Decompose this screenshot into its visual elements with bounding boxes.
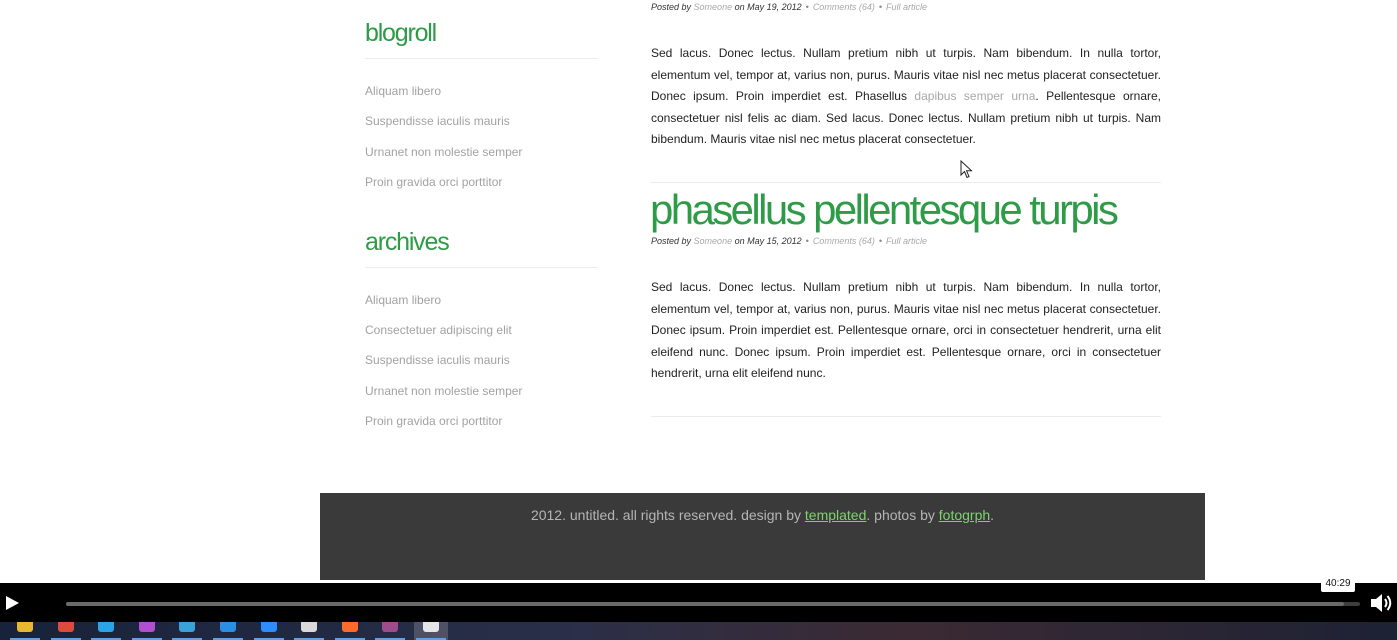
media-icon (382, 622, 399, 632)
seek-bar[interactable] (66, 602, 1360, 606)
store-icon (179, 622, 196, 632)
meta-separator: • (805, 2, 809, 12)
post-meta: Posted by Someone on May 15, 2012 • Commen… (651, 236, 927, 246)
post-body: Sed lacus. Donec lectus. Nullam pretium … (651, 43, 1161, 151)
post-divider (651, 182, 1161, 183)
post-divider (651, 416, 1161, 417)
play-button[interactable] (0, 584, 43, 622)
post-title[interactable]: phasellus pellentesque turpis (650, 186, 1119, 234)
blogroll-heading: blogroll (365, 19, 437, 47)
firefox-icon (341, 622, 358, 632)
zoom-icon (260, 622, 277, 632)
meta-separator: • (805, 236, 809, 246)
fotogrph-link[interactable]: fotogrph (939, 507, 990, 523)
taskbar-button[interactable] (333, 622, 367, 640)
chrome-icon (57, 622, 74, 632)
meta-separator: • (878, 2, 882, 12)
archives-link[interactable]: Aliquam libero (365, 293, 441, 307)
comments-link[interactable]: Comments (64) (813, 2, 875, 12)
premiere-icon (138, 622, 155, 632)
paint-icon (301, 622, 318, 632)
blogroll-link[interactable]: Suspendisse iaculis mauris (365, 114, 510, 128)
taskbar-button[interactable] (8, 622, 42, 640)
taskbar-button[interactable] (373, 622, 407, 640)
volume-icon (1371, 594, 1392, 612)
taskbar-button[interactable] (89, 622, 123, 640)
taskbar-button[interactable] (49, 622, 83, 640)
blogroll-divider (365, 58, 598, 59)
taskbar-button[interactable] (170, 622, 204, 640)
time-tooltip: 40:29 (1321, 575, 1355, 592)
full-article-link[interactable]: Full article (886, 2, 927, 12)
photoshop-icon (98, 622, 115, 632)
full-article-link[interactable]: Full article (886, 236, 927, 246)
inline-link[interactable]: dapibus semper urna (914, 89, 1035, 103)
blogroll-link[interactable]: Urnanet non molestie semper (365, 145, 522, 159)
taskbar-button[interactable] (130, 622, 164, 640)
taskbar (0, 622, 1397, 640)
blogroll-link[interactable]: Proin gravida orci porttitor (365, 175, 502, 189)
author-link[interactable]: Someone (694, 2, 733, 12)
footer-text: . photos by (866, 507, 939, 523)
author-link[interactable]: Someone (694, 236, 733, 246)
meta-separator: • (878, 236, 882, 246)
post-date: on May 15, 2012 (734, 236, 802, 246)
post-meta: Posted by Someone on May 19, 2012 • Commen… (651, 2, 927, 12)
posted-by-label: Posted by (651, 2, 692, 12)
archives-link[interactable]: Urnanet non molestie semper (365, 384, 522, 398)
seek-bar-progress (66, 602, 1345, 606)
file-explorer-icon (17, 622, 33, 632)
vscode-icon (220, 622, 236, 632)
taskbar-button[interactable] (292, 622, 326, 640)
templated-link[interactable]: templated (805, 507, 866, 523)
volume-button[interactable] (1368, 590, 1394, 616)
photos-icon (423, 622, 439, 632)
footer-copyright: 2012. untitled. all rights reserved. des… (320, 507, 1205, 523)
comments-link[interactable]: Comments (64) (813, 236, 875, 246)
archives-link[interactable]: Consectetuer adipiscing elit (365, 323, 512, 337)
footer-text: 2012. untitled. all rights reserved. des… (530, 507, 805, 523)
post-body: Sed lacus. Donec lectus. Nullam pretium … (651, 280, 1161, 381)
archives-link[interactable]: Proin gravida orci porttitor (365, 414, 502, 428)
mouse-cursor-icon (960, 160, 973, 179)
footer-text: . (990, 507, 995, 523)
post-date: on May 19, 2012 (734, 2, 802, 12)
taskbar-button[interactable] (252, 622, 286, 640)
play-icon (6, 596, 19, 610)
archives-heading: archives (365, 228, 450, 256)
blogroll-link[interactable]: Aliquam libero (365, 84, 441, 98)
site-footer: 2012. untitled. all rights reserved. des… (320, 493, 1205, 580)
posted-by-label: Posted by (651, 236, 692, 246)
archives-divider (365, 267, 598, 268)
taskbar-button[interactable] (211, 622, 245, 640)
archives-link[interactable]: Suspendisse iaculis mauris (365, 353, 510, 367)
taskbar-button[interactable] (414, 622, 448, 640)
